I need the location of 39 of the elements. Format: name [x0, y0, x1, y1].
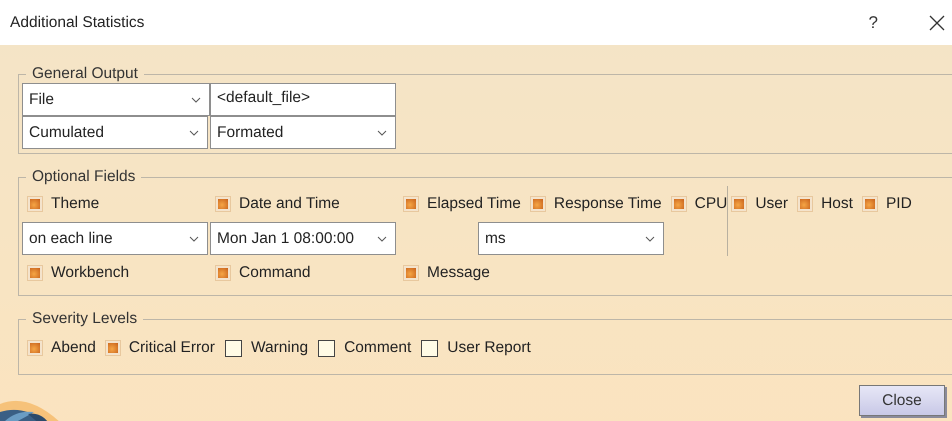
checkbox-label: User — [755, 195, 788, 213]
dropdown[interactable]: Cumulated — [22, 116, 208, 149]
group-label: Optional Fields — [31, 168, 136, 186]
checkbox[interactable] — [224, 340, 242, 356]
group-label: General Output — [31, 65, 139, 83]
chevron-down-icon — [189, 236, 199, 242]
checkbox-label: Response Time — [554, 195, 662, 213]
checkbox-label: Abend — [51, 339, 96, 357]
checkbox-label: Host — [821, 195, 853, 213]
checkbox-label: CPU — [694, 195, 728, 213]
checkbox-label: Workbench — [51, 264, 130, 282]
checkbox-label: Comment — [344, 339, 412, 357]
checkbox[interactable] — [318, 340, 336, 356]
group-label: Severity Levels — [31, 310, 138, 328]
checkbox-label: Warning — [250, 339, 308, 357]
chevron-down-icon — [645, 236, 655, 242]
checkbox-label: Message — [427, 264, 490, 282]
dropdown[interactable]: Formated — [210, 116, 396, 149]
help-button[interactable]: ? — [868, 12, 878, 32]
window-title: Additional Statistics — [10, 14, 146, 32]
checkbox-label: Command — [239, 264, 310, 282]
chevron-down-icon — [377, 130, 387, 136]
checkbox-label: Elapsed Time — [427, 195, 521, 213]
chevron-down-icon — [191, 96, 201, 102]
dropdown[interactable]: Mon Jan 1 08:00:00 — [210, 222, 396, 255]
checkbox-label: Date and Time — [239, 195, 340, 213]
checkbox-label: Critical Error — [128, 339, 215, 357]
checkbox[interactable] — [421, 340, 438, 356]
chevron-down-icon — [189, 130, 199, 136]
dropdown[interactable]: File — [22, 83, 210, 116]
close-icon[interactable] — [928, 14, 946, 32]
close-button[interactable]: Close — [859, 385, 945, 416]
checkbox-label: Theme — [51, 195, 100, 213]
checkbox-label: User Report — [447, 339, 531, 357]
chevron-down-icon — [377, 236, 387, 242]
input-field[interactable]: <default_file> — [210, 83, 396, 116]
dropdown[interactable]: on each line — [22, 222, 208, 255]
checkbox-label: PID — [886, 195, 912, 213]
dropdown[interactable]: ms — [478, 222, 664, 255]
